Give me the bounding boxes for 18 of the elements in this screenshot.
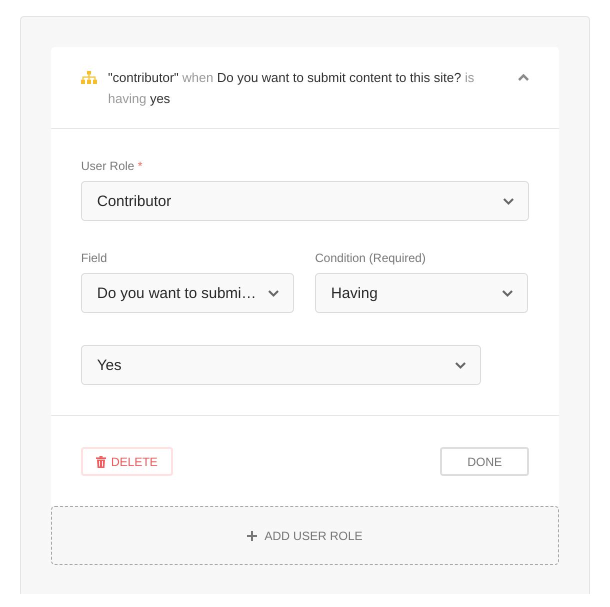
field-label: Field — [81, 251, 108, 266]
user-role-select[interactable]: Contributor — [81, 181, 529, 221]
chevron-down-icon — [502, 290, 513, 296]
hierarchy-icon — [81, 71, 97, 84]
done-button[interactable]: DONE — [440, 447, 529, 476]
chevron-down-icon — [455, 362, 466, 368]
trash-icon — [96, 456, 106, 468]
chevron-down-icon — [503, 198, 514, 204]
chevron-down-icon — [268, 290, 279, 296]
add-user-role-button[interactable]: ADD USER ROLE — [51, 506, 559, 565]
condition-select[interactable]: Having — [315, 273, 528, 313]
field-label: User Role * — [81, 159, 142, 174]
rule-summary: "contributor" when Do you want to submit content to this site? is having yes — [108, 69, 476, 108]
value-select[interactable]: Yes — [81, 345, 481, 385]
field-label: Condition (Required) — [315, 251, 426, 266]
plus-icon — [247, 530, 258, 540]
chevron-up-icon[interactable] — [518, 74, 529, 81]
field-select[interactable]: Do you want to submi… — [81, 273, 294, 313]
